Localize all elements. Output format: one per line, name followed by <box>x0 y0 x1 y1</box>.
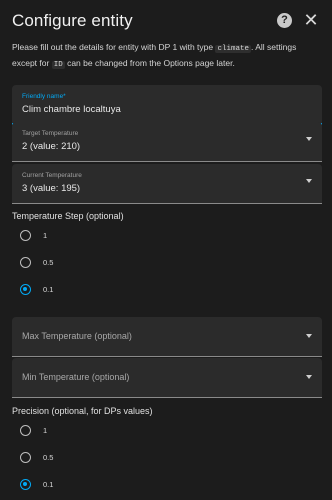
friendly-name-label: Friendly name* <box>22 93 66 100</box>
precision-label: Precision (optional, for DPs values) <box>12 406 153 416</box>
target-temperature-label: Target Temperature <box>22 130 79 137</box>
temperature-step-label: Temperature Step (optional) <box>12 211 124 221</box>
target-temperature-select[interactable]: Target Temperature 2 (value: 210) <box>12 122 322 162</box>
chevron-down-icon <box>306 179 312 183</box>
radio-button[interactable] <box>20 257 31 268</box>
chevron-down-icon <box>306 375 312 379</box>
current-temperature-select[interactable]: Current Temperature 3 (value: 195) <box>12 164 322 204</box>
max-temperature-select[interactable]: Max Temperature (optional) <box>12 317 322 357</box>
dialog-header: Configure entity ? ✕ <box>0 0 332 40</box>
configure-entity-dialog: Configure entity ? ✕ Please fill out the… <box>0 0 332 500</box>
close-icon[interactable]: ✕ <box>302 11 320 29</box>
min-temperature-select[interactable]: Min Temperature (optional) <box>12 358 322 398</box>
target-temperature-value: 2 (value: 210) <box>22 141 81 152</box>
chevron-down-icon <box>306 137 312 141</box>
dialog-description: Please fill out the details for entity w… <box>12 42 297 69</box>
min-temperature-placeholder: Min Temperature (optional) <box>22 372 130 382</box>
radio-button[interactable] <box>20 452 31 463</box>
radio-button-checked[interactable] <box>20 284 31 295</box>
radio-button[interactable] <box>20 230 31 241</box>
radio-button-checked[interactable] <box>20 479 31 490</box>
dialog-title: Configure entity <box>12 11 133 30</box>
radio-button[interactable] <box>20 425 31 436</box>
friendly-name-field[interactable]: Friendly name* Clim chambre localtuya <box>12 85 322 125</box>
max-temperature-placeholder: Max Temperature (optional) <box>22 331 132 341</box>
friendly-name-value: Clim chambre localtuya <box>22 104 121 115</box>
code-climate: climate <box>215 45 251 53</box>
current-temperature-value: 3 (value: 195) <box>22 183 81 194</box>
current-temperature-label: Current Temperature <box>22 172 82 179</box>
chevron-down-icon <box>306 334 312 338</box>
code-id: ID <box>51 61 65 69</box>
help-icon[interactable]: ? <box>277 13 292 28</box>
